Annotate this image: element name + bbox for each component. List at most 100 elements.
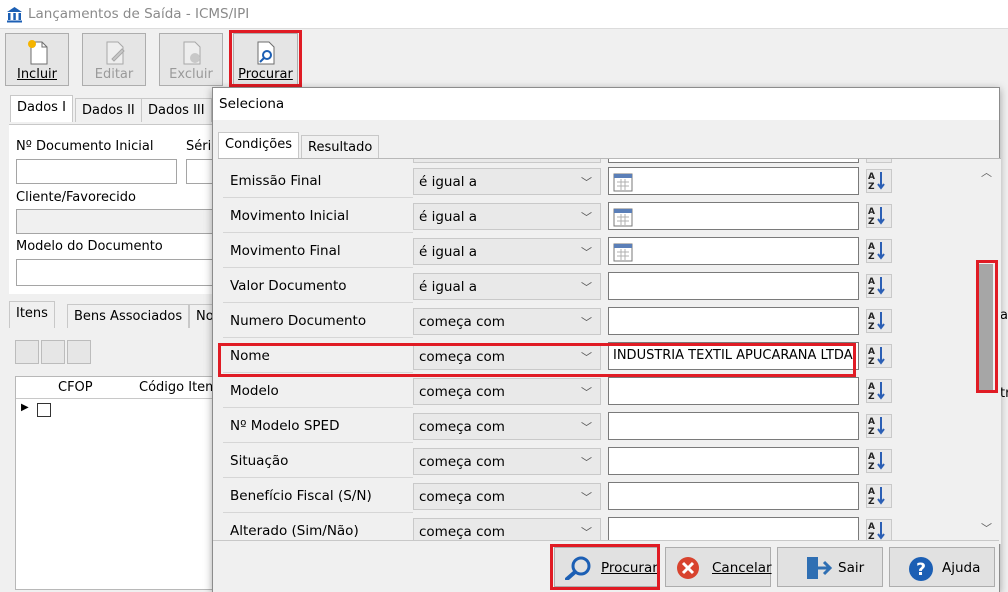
svg-text:A: A (868, 522, 875, 532)
dialog-footer: Procurar Cancelar Sair ? Ajuda (213, 540, 999, 592)
prev-row-fragment (608, 159, 859, 163)
calendar-icon[interactable] (613, 243, 633, 262)
condition-select[interactable]: começa com ﹀ (413, 378, 601, 405)
tab-bens-associados[interactable]: Bens Associados (67, 304, 190, 328)
procurar-toolbar-button[interactable]: Procurar (233, 33, 298, 86)
value-input[interactable] (608, 377, 859, 405)
sort-az-button[interactable]: AZ (866, 204, 892, 228)
sort-az-button[interactable]: AZ (866, 239, 892, 263)
svg-text:A: A (868, 347, 875, 357)
field-name-cell: Nome (223, 339, 413, 373)
value-input[interactable] (608, 202, 859, 230)
condition-value: é igual a (419, 279, 478, 295)
tab-itens[interactable]: Itens (9, 301, 55, 328)
value-input[interactable] (608, 167, 859, 195)
cancel-icon (677, 557, 699, 579)
right-col-fragment: tr (1000, 386, 1008, 401)
edit-item-button[interactable] (41, 340, 65, 364)
search-document-icon (257, 41, 275, 65)
sort-az-button[interactable]: AZ (866, 309, 892, 333)
tab-label: Bens Associados (74, 309, 183, 324)
sort-az-button[interactable]: AZ (866, 344, 892, 368)
excluir-button[interactable]: Excluir (159, 33, 223, 86)
svg-text:Z: Z (868, 462, 875, 470)
field-name: Numero Documento (230, 313, 367, 329)
condition-select[interactable]: é igual a ﹀ (413, 238, 601, 265)
items-table-header: CFOP Código Item (16, 377, 218, 399)
delete-item-button[interactable] (67, 340, 91, 364)
condition-select[interactable]: começa com ﹀ (413, 413, 601, 440)
svg-text:Z: Z (868, 532, 875, 540)
condition-select[interactable]: começa com ﹀ (413, 308, 601, 335)
chevron-down-icon: ﹀ (581, 176, 592, 189)
value-input[interactable]: INDUSTRIA TEXTIL APUCARANA LTDA. (608, 342, 859, 370)
condition-select[interactable]: começa com ﹀ (413, 448, 601, 475)
condition-select[interactable]: é igual a ﹀ (413, 273, 601, 300)
condition-select[interactable]: começa com ﹀ (413, 483, 601, 510)
serie-label: Séri (186, 139, 212, 154)
value-input[interactable] (608, 272, 859, 300)
modelo-input[interactable] (16, 259, 221, 286)
tab-dados-3[interactable]: Dados III (141, 98, 212, 122)
svg-text:A: A (868, 487, 875, 497)
value-input[interactable] (608, 307, 859, 335)
value-input[interactable] (608, 482, 859, 510)
chevron-down-icon: ﹀ (581, 351, 592, 364)
condition-row: Movimento Inicial é igual a ﹀ A Z (218, 199, 978, 234)
procurar-button[interactable]: Procurar (554, 547, 660, 587)
row-checkbox[interactable] (37, 403, 51, 417)
delete-document-icon (183, 41, 201, 65)
sort-az-button[interactable]: AZ (866, 484, 892, 508)
add-item-button[interactable] (15, 340, 39, 364)
sort-az-button[interactable]: AZ (866, 414, 892, 438)
scroll-thumb[interactable] (979, 264, 993, 390)
chevron-down-icon: ﹀ (581, 211, 592, 224)
sort-az-icon: AZ (867, 207, 889, 229)
new-document-icon (28, 40, 48, 65)
sort-az-button[interactable]: AZ (866, 449, 892, 473)
tab-condicoes[interactable]: Condições (218, 132, 300, 158)
condition-select[interactable]: é igual a ﹀ (413, 203, 601, 230)
calendar-icon[interactable] (613, 208, 633, 227)
incluir-label: Incluir (16, 67, 58, 82)
tab-dados-1[interactable]: Dados I (10, 95, 73, 122)
field-name-cell: Emissão Final (223, 164, 413, 198)
scroll-down-icon[interactable]: ﹀ (981, 520, 992, 536)
tab-dados-2[interactable]: Dados II (75, 98, 142, 122)
tab-resultado[interactable]: Resultado (301, 135, 380, 158)
field-name: Movimento Final (230, 243, 341, 259)
sort-az-icon: AZ (867, 277, 889, 299)
incluir-button[interactable]: Incluir (5, 33, 69, 86)
calendar-icon[interactable] (613, 173, 633, 192)
condition-select[interactable]: começa com ﹀ (413, 343, 601, 370)
value-input[interactable] (608, 237, 859, 265)
col-codigo-item: Código Item (139, 380, 218, 395)
svg-text:Z: Z (868, 357, 875, 365)
svg-text:Z: Z (868, 182, 875, 190)
value-input[interactable] (608, 412, 859, 440)
value-input[interactable] (608, 447, 859, 475)
cancelar-label: Cancelar (712, 560, 772, 576)
editar-button[interactable]: Editar (82, 33, 146, 86)
field-name-cell: Movimento Inicial (223, 199, 413, 233)
sort-az-icon: AZ (867, 242, 889, 264)
svg-text:A: A (868, 172, 875, 182)
condition-value: começa com (419, 454, 505, 470)
scroll-up-icon[interactable]: ︿ (981, 164, 992, 180)
condition-select[interactable]: é igual a ﹀ (413, 168, 601, 195)
sort-az-icon: AZ (867, 487, 889, 509)
sort-az-button[interactable]: AZ (866, 274, 892, 298)
sort-az-button[interactable]: AZ (866, 379, 892, 403)
cliente-input[interactable] (16, 209, 221, 234)
sair-button[interactable]: Sair (777, 547, 883, 587)
svg-text:A: A (868, 207, 875, 217)
edit-document-icon (106, 41, 125, 65)
svg-text:Z: Z (868, 497, 875, 505)
field-name: Nome (230, 348, 270, 364)
sort-az-button[interactable]: AZ (866, 169, 892, 193)
grid-scrollbar[interactable]: ︿ ﹀ (976, 160, 996, 544)
field-name: Alterado (Sim/Não) (230, 523, 359, 539)
doc-inicial-input[interactable] (16, 159, 177, 184)
ajuda-button[interactable]: ? Ajuda (889, 547, 995, 587)
cancelar-button[interactable]: Cancelar (665, 547, 772, 587)
